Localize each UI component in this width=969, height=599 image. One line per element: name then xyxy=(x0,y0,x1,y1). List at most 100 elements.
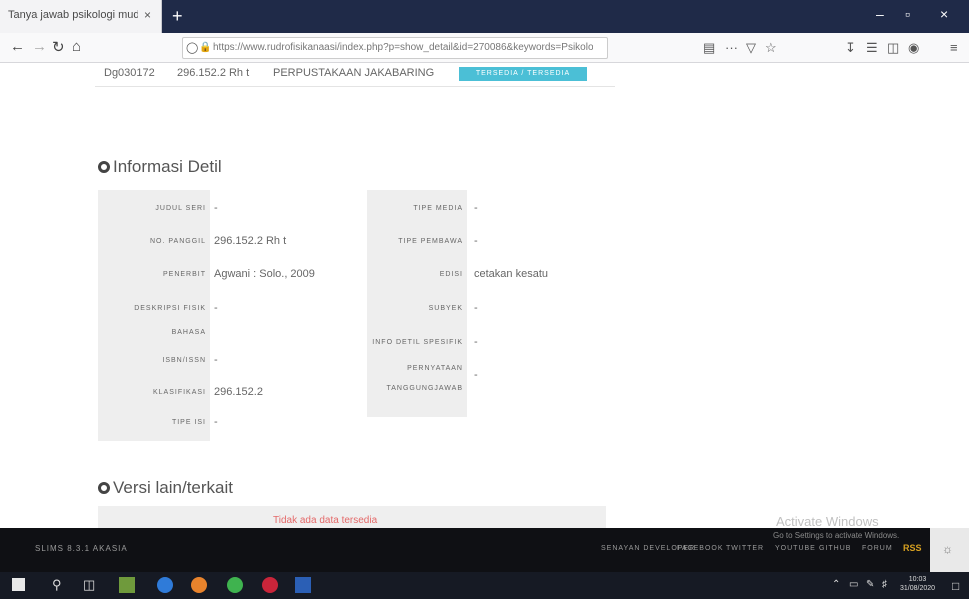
item-row: Dg030172 296.152.2 Rh t PERPUSTAKAAN JAK… xyxy=(95,63,615,87)
value-no-panggil: 296.152.2 Rh t xyxy=(214,235,287,247)
value-edisi: cetakan kesatu xyxy=(474,268,548,280)
footer-link-facebook[interactable]: FACEBOOK xyxy=(677,545,724,552)
downloads-icon[interactable]: ↧ xyxy=(845,40,856,56)
section-detail-heading: Informasi Detil xyxy=(98,157,222,177)
volume-icon[interactable]: ♯ xyxy=(882,579,887,590)
reader-view-icon[interactable]: ▤ xyxy=(703,40,715,56)
label-klasifikasi: KLASIFIKASI xyxy=(152,389,206,396)
pen-icon[interactable]: ✎ xyxy=(866,579,874,590)
value-subyek: - xyxy=(474,302,478,314)
whatsapp-icon[interactable] xyxy=(227,577,243,593)
label-isbn: ISBN/ISSN xyxy=(162,357,206,364)
footer-link-forum[interactable]: FORUM xyxy=(862,545,893,552)
circle-bullet-icon xyxy=(98,482,110,494)
item-code: Dg030172 xyxy=(104,67,155,79)
home-icon[interactable]: ⌂ xyxy=(72,38,81,55)
close-window-button[interactable]: × xyxy=(940,6,948,22)
taskbar-clock[interactable]: 10:03 31/08/2020 xyxy=(900,575,935,593)
browser-navbar: ← → ↻ ⌂ ◯ 🔒 https://www.rudrofisikanaasi… xyxy=(0,33,969,63)
maximize-button[interactable]: ▫ xyxy=(905,6,910,22)
section-versions-heading: Versi lain/terkait xyxy=(98,478,233,498)
value-tipe-isi: - xyxy=(214,416,218,428)
new-tab-button[interactable]: + xyxy=(172,6,183,27)
tracking-shield-icon[interactable]: ◯ xyxy=(186,41,198,54)
clock-time: 10:03 xyxy=(908,576,927,583)
sidebar-icon[interactable]: ◫ xyxy=(887,40,899,56)
reload-icon[interactable]: ↻ xyxy=(52,38,65,56)
minimize-button[interactable]: – xyxy=(876,6,884,22)
value-tipe-pembawa: - xyxy=(474,235,478,247)
label-bahasa: BAHASA xyxy=(171,329,206,336)
item-call-number: 296.152.2 Rh t xyxy=(177,67,250,79)
lock-icon[interactable]: 🔒 xyxy=(199,42,211,53)
word-icon[interactable] xyxy=(295,577,311,593)
bookmark-star-icon[interactable]: ☆ xyxy=(765,40,777,56)
label-info-detil: INFO DETIL SPESIFIK xyxy=(372,339,463,346)
extension-icon[interactable]: ◉ xyxy=(908,40,919,56)
url-text[interactable]: https://www.rudrofisikanaasi/index.php?p… xyxy=(213,42,593,53)
browser-tab[interactable]: Tanya jawab psikologi mudah - × xyxy=(0,0,162,33)
back-icon[interactable]: ← xyxy=(10,38,25,55)
task-view-icon[interactable]: ◫ xyxy=(83,577,95,593)
label-subyek: SUBYEK xyxy=(428,305,463,312)
firefox-icon[interactable] xyxy=(191,577,207,593)
value-penerbit: Agwani : Solo., 2009 xyxy=(214,268,315,280)
value-isbn: - xyxy=(214,354,218,366)
clock-date: 31/08/2020 xyxy=(900,585,936,592)
pocket-icon[interactable]: ▽ xyxy=(746,40,756,56)
versions-empty-text: Tidak ada data tersedia xyxy=(273,515,378,526)
page-content: Dg030172 296.152.2 Rh t PERPUSTAKAAN JAK… xyxy=(0,63,969,528)
footer-version: SLIMS 8.3.1 AKASIA xyxy=(35,544,128,553)
label-tipe-pembawa: TIPE PEMBAWA xyxy=(398,238,463,245)
label-judul-seri: JUDUL SERI xyxy=(155,205,206,212)
footer-link-twitter[interactable]: TWITTER xyxy=(726,545,764,552)
label-tanggungjawab: TANGGUNGJAWAB xyxy=(386,385,463,392)
value-deskripsi-fisik: - xyxy=(214,302,218,314)
menu-icon[interactable]: ≡ xyxy=(950,40,958,55)
label-pernyataan: PERNYATAAN xyxy=(407,365,463,372)
circle-bullet-icon xyxy=(98,161,110,173)
label-tipe-media: TIPE MEDIA xyxy=(413,205,463,212)
notifications-icon[interactable]: □ xyxy=(952,579,959,593)
chrome-icon[interactable] xyxy=(157,577,173,593)
label-tipe-isi: TIPE ISI xyxy=(171,419,206,426)
detail-right-labels xyxy=(367,190,467,417)
windows-start-icon[interactable] xyxy=(12,578,25,591)
library-icon[interactable]: ☰ xyxy=(866,40,878,56)
value-klasifikasi: 296.152.2 xyxy=(214,386,263,398)
value-tipe-media: - xyxy=(474,202,478,214)
label-edisi: EDISI xyxy=(439,271,463,278)
browser-titlebar: Tanya jawab psikologi mudah - × + – ▫ × xyxy=(0,0,969,33)
app-icon[interactable] xyxy=(262,577,278,593)
address-bar[interactable]: ◯ 🔒 https://www.rudrofisikanaasi/index.p… xyxy=(182,37,608,59)
footer-link-youtube[interactable]: YOUTUBE xyxy=(775,545,816,552)
activate-windows-note: Go to Settings to activate Windows. xyxy=(773,531,900,540)
footer-link-github[interactable]: GITHUB xyxy=(819,545,851,552)
tab-title: Tanya jawab psikologi mudah - xyxy=(8,9,138,21)
status-badge: TERSEDIA / TERSEDIA xyxy=(459,67,587,81)
versions-empty-box: Tidak ada data tersedia xyxy=(98,506,606,528)
label-penerbit: PENERBIT xyxy=(162,271,206,278)
tray-chevron-icon[interactable]: ⌃ xyxy=(832,579,840,590)
file-manager-icon[interactable] xyxy=(119,577,135,593)
tab-close-icon[interactable]: × xyxy=(144,8,151,22)
value-tanggungjawab: - xyxy=(474,369,478,381)
value-judul-seri: - xyxy=(214,202,218,214)
site-footer: SLIMS 8.3.1 AKASIA SENAYAN DEVELOPER FAC… xyxy=(0,528,930,572)
forward-icon[interactable]: → xyxy=(32,38,47,55)
value-info-detil: - xyxy=(474,336,478,348)
scroll-top-area: ☼ xyxy=(930,528,969,572)
search-icon[interactable]: ⚲ xyxy=(52,577,62,593)
label-no-panggil: NO. PANGGIL xyxy=(150,238,206,245)
item-location: PERPUSTAKAAN JAKABARING xyxy=(273,67,435,79)
label-deskripsi-fisik: DESKRIPSI FISIK xyxy=(134,305,206,312)
section-detail-title: Informasi Detil xyxy=(113,157,222,176)
windows-taskbar: ⚲ ◫ ⌃ ▭ ✎ ♯ 10:03 31/08/2020 □ xyxy=(0,572,969,599)
section-versions-title: Versi lain/terkait xyxy=(113,478,233,497)
detail-left-labels xyxy=(98,190,210,441)
activate-windows-watermark: Activate Windows xyxy=(776,514,879,528)
page-actions-icon[interactable]: ··· xyxy=(725,40,738,55)
footer-link-rss[interactable]: RSS xyxy=(903,543,922,553)
network-icon[interactable]: ▭ xyxy=(849,579,858,590)
feedback-icon[interactable]: ☼ xyxy=(942,542,953,556)
